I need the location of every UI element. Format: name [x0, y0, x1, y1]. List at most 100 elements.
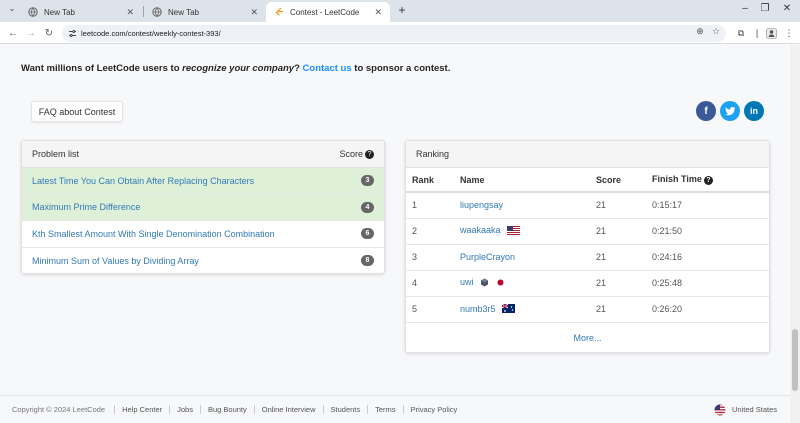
table-row: 3 PurpleCrayon 21 0:24:16 — [406, 243, 769, 270]
footer-link-bug-bounty[interactable]: Bug Bounty — [199, 405, 254, 414]
problem-title-link[interactable]: Minimum Sum of Values by Dividing Array — [32, 256, 361, 266]
user-name[interactable]: numb3r5 — [460, 304, 496, 314]
problem-score-badge: 6 — [361, 228, 374, 240]
rank-cell: 2 — [406, 217, 460, 244]
forward-arrow-icon[interactable]: → — [24, 26, 38, 40]
user-name[interactable]: PurpleCrayon — [460, 252, 515, 262]
problem-list-card: Problem list Score ? Latest Time You Can… — [21, 140, 385, 274]
ranking-header: Ranking — [406, 141, 769, 168]
ranking-header-row: Rank Name Score Finish Time? — [406, 168, 769, 193]
footer-link-privacy-policy[interactable]: Privacy Policy — [402, 405, 465, 414]
locale-label: United States — [732, 405, 778, 414]
ranking-table: Rank Name Score Finish Time? 1 liupengsa… — [406, 168, 769, 322]
globe-icon — [28, 7, 38, 17]
rank-cell: 4 — [406, 269, 460, 296]
question-circle-icon[interactable]: ? — [703, 175, 713, 185]
profile-icon[interactable] — [764, 26, 778, 40]
tab-title: New Tab — [44, 7, 75, 17]
browser-tab-1[interactable]: New Tab ✕ — [20, 2, 142, 22]
score-cell: 21 — [596, 295, 652, 322]
table-row: 4 uwi 21 0:25:48 — [406, 269, 769, 296]
extensions-icon[interactable]: ⧉ — [734, 26, 748, 40]
address-bar[interactable]: leetcode.com/contest/weekly-contest-393/ — [62, 25, 726, 42]
score-header: Score — [339, 149, 363, 159]
browser-tab-2[interactable]: New Tab ✕ — [144, 2, 266, 22]
vertical-scrollbar[interactable] — [790, 45, 800, 423]
problem-title-link[interactable]: Maximum Prime Difference — [32, 202, 361, 212]
footer-link-online-interview[interactable]: Online Interview — [253, 405, 323, 414]
window-close-icon[interactable]: ✕ — [780, 3, 794, 14]
user-name[interactable]: liupengsay — [460, 200, 503, 210]
site-info-icon[interactable] — [68, 29, 77, 38]
facebook-icon[interactable]: f — [696, 101, 716, 121]
rank-cell: 5 — [406, 295, 460, 322]
user-name-link[interactable]: uwi — [460, 269, 596, 296]
problem-list-title: Problem list — [32, 149, 80, 159]
table-row: 2 waakaaka 21 0:21:50 — [406, 217, 769, 244]
bookmark-star-icon[interactable]: ☆ — [710, 26, 722, 37]
us-flag-icon — [714, 404, 726, 415]
australia-flag-icon — [501, 303, 515, 315]
minimize-icon[interactable]: – — [738, 3, 752, 14]
leetcode-logo-icon — [274, 7, 284, 17]
problem-row[interactable]: Latest Time You Can Obtain After Replaci… — [22, 168, 384, 195]
finish-time-column-header: Finish Time? — [652, 168, 769, 193]
problem-list-header: Problem list Score ? — [22, 141, 384, 168]
back-arrow-icon[interactable]: ← — [6, 26, 20, 40]
problem-row[interactable]: Minimum Sum of Values by Dividing Array … — [22, 248, 384, 274]
score-cell: 21 — [596, 217, 652, 244]
user-name[interactable]: waakaaka — [460, 225, 501, 235]
problem-title-link[interactable]: Kth Smallest Amount With Single Denomina… — [32, 229, 361, 239]
sponsor-prefix: Want millions of LeetCode users to — [21, 63, 183, 74]
reload-icon[interactable]: ↻ — [42, 26, 56, 40]
contact-us-link[interactable]: Contact us — [303, 63, 352, 74]
user-name[interactable]: uwi — [460, 277, 474, 287]
locale-selector[interactable]: United States — [714, 404, 777, 416]
question-circle-icon[interactable]: ? — [365, 149, 374, 159]
footer-link-students[interactable]: Students — [322, 405, 368, 414]
sponsor-emphasis: recognize your company — [182, 63, 295, 74]
user-name-link[interactable]: liupengsay — [460, 191, 596, 218]
close-tab-icon[interactable]: ✕ — [126, 7, 134, 18]
problem-row[interactable]: Kth Smallest Amount With Single Denomina… — [22, 221, 384, 248]
copyright-text: Copyright © 2024 LeetCode — [12, 405, 106, 414]
restore-icon[interactable]: ❐ — [758, 3, 772, 14]
name-column-header: Name — [460, 168, 596, 193]
zoom-icon[interactable]: ⊕ — [694, 26, 706, 37]
close-tab-icon[interactable]: ✕ — [250, 7, 258, 18]
new-tab-button[interactable]: + — [394, 3, 410, 17]
score-cell: 21 — [596, 191, 652, 218]
user-name-link[interactable]: numb3r5 — [460, 295, 596, 322]
twitter-icon[interactable] — [720, 101, 740, 121]
user-name-link[interactable]: waakaaka — [460, 217, 596, 244]
footer-link-jobs[interactable]: Jobs — [169, 405, 200, 414]
globe-icon — [152, 7, 162, 17]
close-tab-icon[interactable]: ✕ — [374, 7, 382, 18]
menu-kebab-icon[interactable]: ⋮ — [782, 26, 796, 40]
browser-tab-3-active[interactable]: Contest - LeetCode ✕ — [266, 2, 390, 22]
table-row: 5 numb3r5 21 0:26:20 — [406, 295, 769, 322]
score-column-header: Score — [596, 168, 652, 193]
browser-toolbar: ← → ↻ leetcode.com/contest/weekly-contes… — [0, 22, 800, 44]
linkedin-icon[interactable]: in — [744, 101, 764, 121]
problem-title-link[interactable]: Latest Time You Can Obtain After Replaci… — [32, 176, 361, 186]
tab-search-icon[interactable]: ⌄ — [6, 4, 18, 13]
tab-strip-separator: | — [755, 28, 759, 38]
us-flag-icon — [506, 225, 520, 237]
page-footer: Copyright © 2024 LeetCode Help Center Jo… — [0, 395, 790, 423]
score-cell: 21 — [596, 243, 652, 270]
problem-score-badge: 4 — [361, 201, 374, 213]
more-rankings-link[interactable]: More... — [406, 322, 769, 352]
sponsor-suffix: to sponsor a contest. — [351, 63, 451, 74]
url-text: leetcode.com/contest/weekly-contest-393/ — [81, 29, 221, 38]
footer-link-help-center[interactable]: Help Center — [114, 405, 169, 414]
faq-about-contest-button[interactable]: FAQ about Contest — [31, 101, 123, 122]
problem-row[interactable]: Maximum Prime Difference 4 — [22, 194, 384, 221]
rank-cell: 1 — [406, 191, 460, 218]
table-row: 1 liupengsay 21 0:15:17 — [406, 191, 769, 218]
footer-link-terms[interactable]: Terms — [367, 405, 402, 414]
user-name-link[interactable]: PurpleCrayon — [460, 243, 596, 270]
finish-time-cell: 0:15:17 — [652, 191, 769, 218]
scrollbar-thumb[interactable] — [792, 329, 798, 391]
sponsor-middle: ? — [294, 63, 303, 74]
